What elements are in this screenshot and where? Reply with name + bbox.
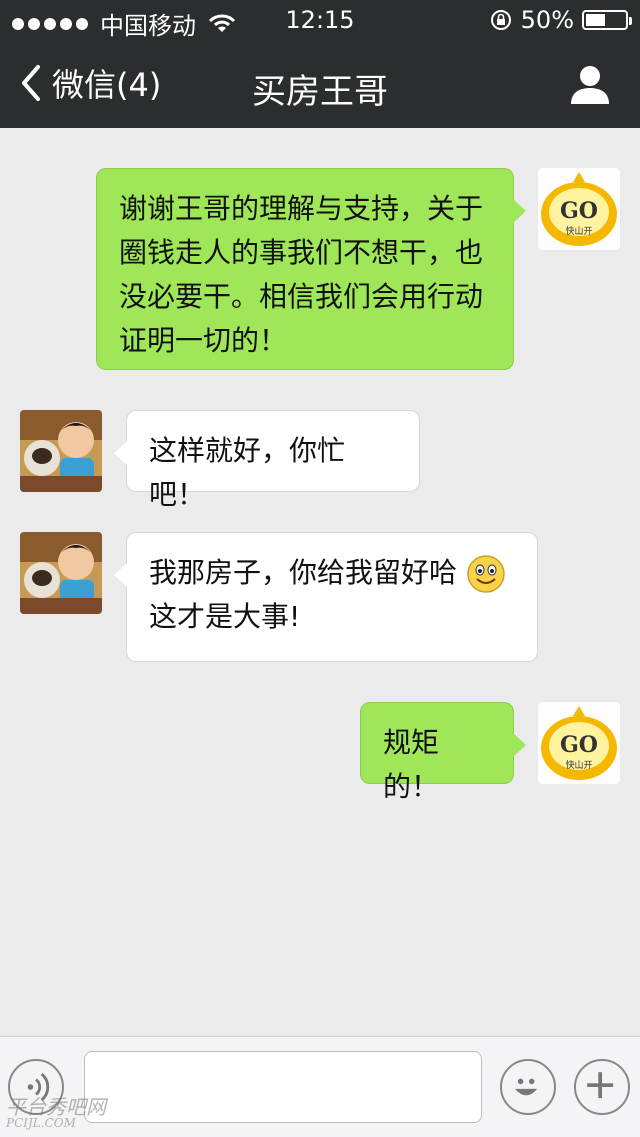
message-bubble-sent[interactable]: 规矩的！ bbox=[360, 702, 526, 803]
status-bar: 中国移动 12:15 50% bbox=[0, 0, 640, 40]
more-button[interactable] bbox=[574, 1059, 630, 1115]
emoji-button[interactable] bbox=[500, 1059, 556, 1115]
top-bar: 中国移动 12:15 50% 微信(4) 买房王哥 bbox=[0, 0, 640, 128]
message-row: 我那房子，你给我留好哈 这才是大事! bbox=[0, 532, 640, 662]
message-text: 规矩的！ bbox=[383, 726, 440, 803]
avatar-me[interactable]: GO 快山开 bbox=[538, 168, 620, 250]
avatar-contact[interactable] bbox=[20, 532, 102, 614]
input-bar: 平台秀吧网 PCIJL.COM bbox=[0, 1036, 640, 1137]
nav-bar: 微信(4) 买房王哥 bbox=[0, 40, 640, 128]
message-input[interactable] bbox=[84, 1051, 482, 1123]
battery-icon bbox=[582, 10, 632, 30]
plus-icon bbox=[587, 1072, 614, 1099]
avatar-subtext: 快山开 bbox=[565, 759, 592, 771]
emoji-icon bbox=[515, 1078, 538, 1096]
profile-icon[interactable] bbox=[568, 62, 612, 106]
message-text: 这样就好，你忙吧！ bbox=[149, 434, 346, 511]
avatar-badge-text: GO bbox=[560, 198, 598, 224]
avatar-badge-text: GO bbox=[560, 732, 598, 758]
avatar-me[interactable]: GO 快山开 bbox=[538, 702, 620, 784]
message-text: 这才是大事! bbox=[149, 600, 301, 633]
battery-percent: 50% bbox=[520, 6, 574, 34]
message-text: 谢谢王哥的理解与支持，关于圈钱走人的事我们不想干，也没必要干。相信我们会用行动证… bbox=[119, 192, 484, 357]
chat-title: 买房王哥 bbox=[252, 72, 388, 112]
watermark: 平台秀吧网 PCIJL.COM bbox=[6, 1095, 106, 1130]
message-bubble-received[interactable]: 这样就好，你忙吧！ bbox=[114, 410, 420, 511]
avatar-subtext: 快山开 bbox=[565, 225, 592, 237]
avatar-contact[interactable] bbox=[20, 410, 102, 492]
message-row: 谢谢王哥的理解与支持，关于圈钱走人的事我们不想干，也没必要干。相信我们会用行动证… bbox=[0, 168, 640, 378]
message-bubble-sent[interactable]: 谢谢王哥的理解与支持，关于圈钱走人的事我们不想干，也没必要干。相信我们会用行动证… bbox=[96, 168, 526, 370]
rotation-lock-icon bbox=[490, 10, 511, 30]
message-row: 这样就好，你忙吧！ bbox=[0, 410, 640, 511]
message-text: 我那房子，你给我留好哈 bbox=[149, 556, 458, 589]
message-row: 规矩的！ GO 快山开 bbox=[0, 702, 640, 803]
chat-area[interactable]: 谢谢王哥的理解与支持，关于圈钱走人的事我们不想干，也没必要干。相信我们会用行动证… bbox=[0, 128, 640, 1036]
smiley-emoji-icon bbox=[467, 555, 505, 593]
message-bubble-received[interactable]: 我那房子，你给我留好哈 这才是大事! bbox=[114, 532, 538, 662]
